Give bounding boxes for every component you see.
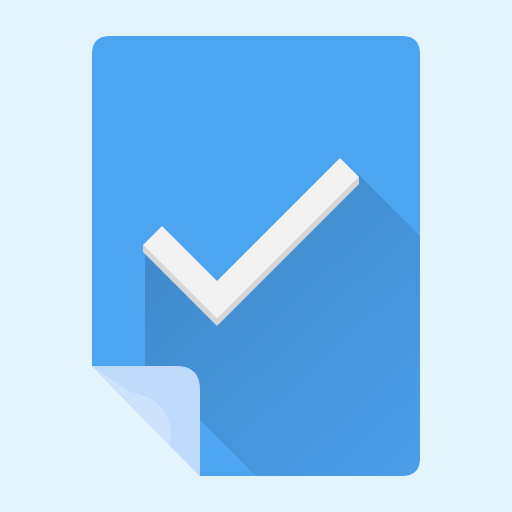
document-check-icon	[0, 0, 512, 512]
app-icon-canvas	[0, 0, 512, 512]
